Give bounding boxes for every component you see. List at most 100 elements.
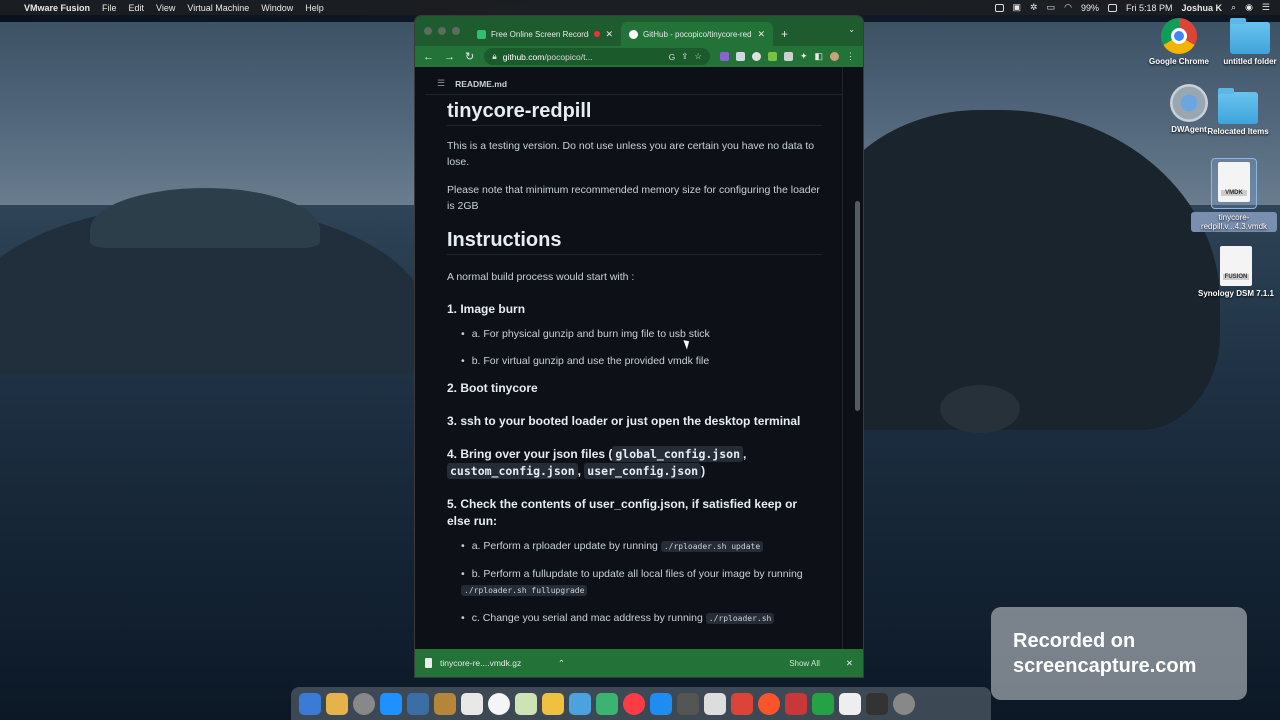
dock-app-icon[interactable] xyxy=(515,692,537,715)
menu-window[interactable]: Window xyxy=(261,3,293,13)
extension-layers-icon[interactable] xyxy=(735,52,745,61)
close-window-button[interactable] xyxy=(424,27,432,35)
dock-app-icon[interactable] xyxy=(569,692,591,715)
dock-app-icon[interactable] xyxy=(488,692,510,715)
user-name[interactable]: Joshua K xyxy=(1182,3,1223,13)
dock-app-icon[interactable] xyxy=(785,692,807,715)
vpn-icon[interactable]: ▣ xyxy=(1013,2,1022,13)
dock-app-icon[interactable] xyxy=(731,692,753,715)
siri-icon[interactable]: ◉ xyxy=(1245,2,1253,13)
share-icon[interactable]: ⇪ xyxy=(681,51,688,62)
chrome-icon xyxy=(1161,18,1197,54)
page-scrollbar[interactable] xyxy=(855,201,860,411)
page-content: ☰ README.md tinycore-redpill This is a t… xyxy=(415,67,863,649)
dock-app-icon[interactable] xyxy=(758,692,780,715)
forward-arrow-icon[interactable]: → xyxy=(444,51,455,63)
menu-view[interactable]: View xyxy=(156,3,175,13)
file-badge: VMDK xyxy=(1221,190,1247,196)
recording-watermark: Recorded on screencapture.com xyxy=(991,607,1247,700)
reload-icon[interactable]: ↻ xyxy=(465,50,474,63)
menu-edit[interactable]: Edit xyxy=(129,3,145,13)
dock-app-icon[interactable] xyxy=(434,692,456,715)
desktop-icon-vmdk-file[interactable]: VMDK tinycore-redpill.v...4.3.vmdk xyxy=(1191,158,1277,232)
google-lens-icon[interactable]: G xyxy=(669,52,676,62)
folder-icon xyxy=(1218,88,1258,124)
menu-app-name[interactable]: VMware Fusion xyxy=(24,3,90,13)
desktop-rock xyxy=(940,385,1020,433)
outline-list-icon[interactable]: ☰ xyxy=(437,78,445,89)
zoom-window-button[interactable] xyxy=(452,27,460,35)
url-host: github.com xyxy=(502,51,545,62)
code-inline: ./rploader.sh xyxy=(705,613,775,624)
dock-app-icon[interactable] xyxy=(596,692,618,715)
step-heading: 1. Image burn xyxy=(447,302,526,316)
airplay-icon[interactable]: ▭ xyxy=(1047,2,1056,13)
battery-percent[interactable]: 99% xyxy=(1081,3,1099,13)
instructions-heading: Instructions xyxy=(447,230,822,255)
desktop-icon-untitled-folder[interactable]: untitled folder xyxy=(1207,18,1280,66)
clock[interactable]: Fri 5:18 PM xyxy=(1126,3,1173,13)
desktop-icon-relocated-items[interactable]: Relocated Items xyxy=(1195,88,1280,136)
battery-icon[interactable] xyxy=(1107,3,1117,12)
step-list: a. Perform a rploader update by running … xyxy=(447,538,822,627)
list-item-text: a. Perform a rploader update by running xyxy=(471,540,658,552)
minimize-window-button[interactable] xyxy=(438,27,446,35)
dock-app-icon[interactable] xyxy=(866,692,888,715)
profile-avatar[interactable] xyxy=(830,52,839,61)
new-tab-button[interactable]: + xyxy=(781,27,788,41)
list-item: a. For physical gunzip and burn img file… xyxy=(461,326,822,342)
spotlight-icon[interactable]: ⌕ xyxy=(1231,2,1236,13)
download-item[interactable]: tinycore-re....vmdk.gz ⌃ xyxy=(425,658,565,669)
tab-search-chevron-icon[interactable]: ⌄ xyxy=(848,25,855,34)
menu-bar: VMware Fusion File Edit View Virtual Mac… xyxy=(0,0,1280,15)
dock-app-icon[interactable] xyxy=(461,692,483,715)
step-text: 4. Bring over your json files ( xyxy=(447,447,613,461)
extension-green-icon[interactable] xyxy=(767,52,777,61)
desktop-icon-synology-dsm[interactable]: FUSION Synology DSM 7.1.1 xyxy=(1193,246,1279,298)
dock-app-icon[interactable] xyxy=(623,692,645,715)
show-all-button[interactable]: Show All xyxy=(789,659,820,668)
dock-app-icon[interactable] xyxy=(380,692,402,715)
tab-screen-recorder[interactable]: Free Online Screen Recorder ✕ xyxy=(469,22,621,46)
dock-app-icon[interactable] xyxy=(542,692,564,715)
step-heading: 5. Check the contents of user_config.jso… xyxy=(447,497,798,528)
readme-paragraph: This is a testing version. Do not use un… xyxy=(447,140,815,168)
menu-help[interactable]: Help xyxy=(305,3,324,13)
browser-menu-icon[interactable]: ⋮ xyxy=(846,51,855,62)
folder-icon xyxy=(1230,18,1270,54)
extension-b-icon[interactable] xyxy=(719,52,729,61)
bookmark-star-icon[interactable]: ☆ xyxy=(694,51,702,62)
back-arrow-icon[interactable]: ← xyxy=(423,51,434,63)
extension-screen-icon[interactable] xyxy=(783,52,793,61)
dock-app-icon[interactable] xyxy=(677,692,699,715)
control-center-icon[interactable]: ☰ xyxy=(1262,2,1270,13)
wifi-icon[interactable]: ◠ xyxy=(1064,2,1072,13)
menu-file[interactable]: File xyxy=(102,3,117,13)
close-tab-icon[interactable]: ✕ xyxy=(757,29,765,40)
extensions-puzzle-icon[interactable]: ✦ xyxy=(800,51,808,62)
chevron-up-icon[interactable]: ⌃ xyxy=(558,658,565,669)
tab-github[interactable]: GitHub - pocopico/tinycore-redpill ✕ xyxy=(621,22,773,46)
download-bar: tinycore-re....vmdk.gz ⌃ Show All ✕ xyxy=(415,649,863,677)
dock-app-icon[interactable] xyxy=(353,692,375,715)
dock-app-icon[interactable] xyxy=(407,692,429,715)
side-panel-icon[interactable]: ◧ xyxy=(814,51,823,62)
extension-bulb-icon[interactable] xyxy=(751,52,761,61)
menu-virtual-machine[interactable]: Virtual Machine xyxy=(187,3,249,13)
close-download-bar-icon[interactable]: ✕ xyxy=(846,658,853,669)
close-tab-icon[interactable]: ✕ xyxy=(605,29,613,40)
dock-app-icon[interactable] xyxy=(839,692,861,715)
dock-app-icon[interactable] xyxy=(812,692,834,715)
address-bar[interactable]: 🔒︎ github.com/pocopico/t... G ⇪ ☆ xyxy=(484,48,710,65)
dock-app-icon[interactable] xyxy=(650,692,672,715)
dock-app-icon[interactable] xyxy=(299,692,321,715)
settings-status-icon[interactable]: ✲ xyxy=(1030,2,1038,13)
tab-title: GitHub - pocopico/tinycore-redpill xyxy=(643,29,753,39)
browser-toolbar: ← → ↻ 🔒︎ github.com/pocopico/t... G ⇪ ☆ … xyxy=(415,46,863,67)
status-app-icon[interactable] xyxy=(994,3,1004,12)
dock-app-icon[interactable] xyxy=(326,692,348,715)
vmdk-file-icon: VMDK xyxy=(1218,162,1250,202)
list-item-text: b. Perform a fullupdate to update all lo… xyxy=(471,568,803,580)
dock-app-icon[interactable] xyxy=(893,692,915,715)
dock-app-icon[interactable] xyxy=(704,692,726,715)
